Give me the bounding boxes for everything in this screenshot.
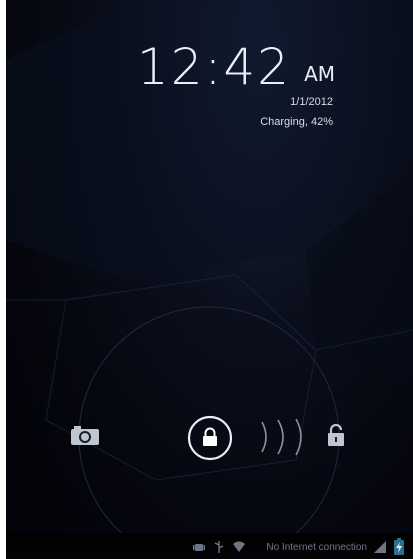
- network-status-text: No Internet connection: [266, 542, 367, 553]
- wifi-icon: [233, 541, 245, 552]
- glow-pad-unlock: [6, 0, 413, 559]
- signal-icon: [374, 541, 386, 553]
- lock-screen: 12:42 AM 1/1/2012 Charging, 42% No Inter…: [6, 0, 413, 559]
- swipe-hint-arcs: [261, 418, 302, 456]
- battery-charging-icon: [394, 538, 404, 555]
- lock-icon: [203, 427, 217, 446]
- unlock-icon[interactable]: [326, 422, 348, 448]
- lock-handle[interactable]: [180, 413, 240, 463]
- android-debug-icon: [193, 544, 205, 551]
- usb-icon: [214, 541, 224, 553]
- status-bar: No Internet connection: [6, 533, 413, 559]
- camera-icon[interactable]: [70, 424, 100, 446]
